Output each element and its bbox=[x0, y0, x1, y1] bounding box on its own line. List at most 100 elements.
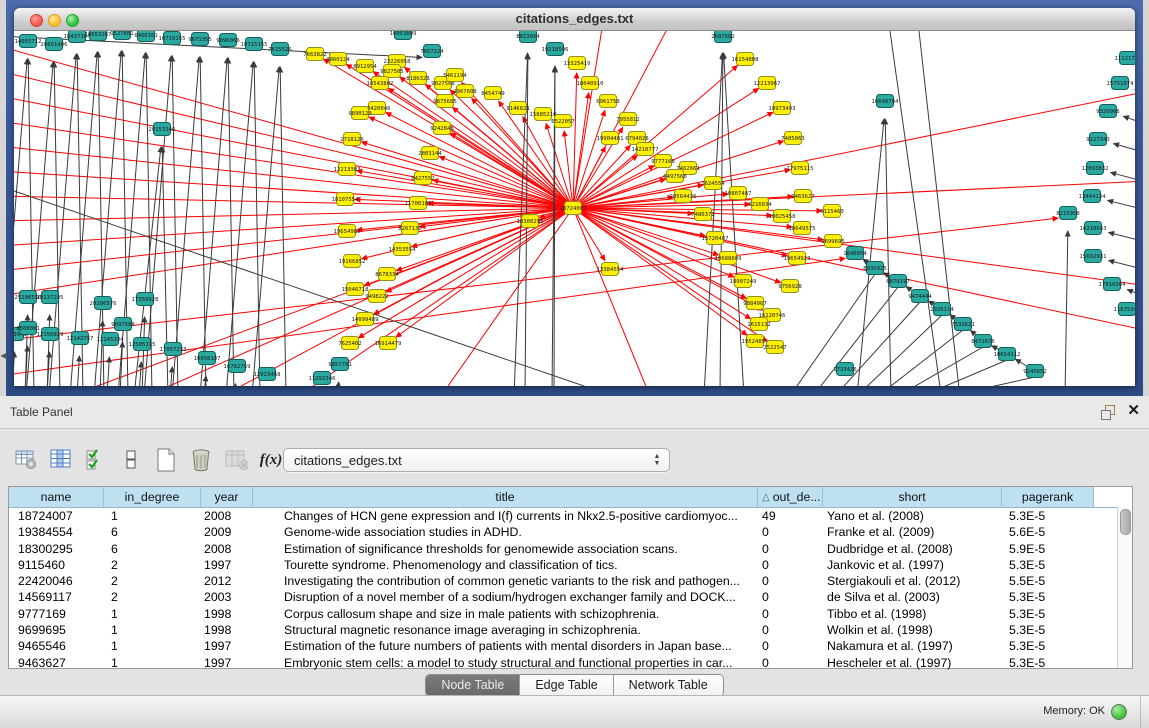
citation-graph[interactable]: 1405571220891406184371041065328715276026… bbox=[14, 31, 1135, 386]
cell-name[interactable]: 9463627 bbox=[9, 655, 104, 671]
cell-year[interactable]: 1998 bbox=[201, 606, 253, 622]
rows-view-icon[interactable] bbox=[119, 447, 143, 473]
cell-in_degree[interactable]: 1 bbox=[104, 606, 201, 622]
graph-node-selected[interactable]: 1615132 bbox=[747, 318, 771, 331]
delete-trash-icon[interactable] bbox=[189, 447, 213, 473]
cell-pagerank[interactable]: 5.3E-5 bbox=[1002, 557, 1094, 573]
graph-node-selected[interactable]: 2522547 bbox=[763, 341, 787, 354]
cell-pagerank[interactable]: 5.6E-5 bbox=[1002, 524, 1094, 540]
graph-node-selected[interactable]: 10688609 bbox=[715, 252, 742, 265]
graph-node-selected[interactable]: 14353554 bbox=[389, 243, 417, 256]
graph-node[interactable]: 10958107 bbox=[194, 352, 221, 365]
cell-pagerank[interactable]: 5.5E-5 bbox=[1002, 573, 1094, 589]
cell-short[interactable]: Franke et al. (2009) bbox=[823, 524, 1002, 540]
cell-year[interactable]: 1997 bbox=[201, 557, 253, 573]
graph-node[interactable]: 15751074 bbox=[1107, 77, 1135, 90]
graph-node-selected[interactable]: 10025458 bbox=[769, 210, 797, 223]
graph-node[interactable]: 8508081 bbox=[16, 322, 40, 335]
cell-title[interactable]: Changes of HCN gene expression and I(f) … bbox=[253, 508, 758, 524]
graph-node[interactable]: 12145194 bbox=[97, 333, 125, 346]
table-row[interactable]: 2242004622012Investigating the contribut… bbox=[9, 573, 1132, 589]
graph-node[interactable]: 20153346 bbox=[149, 123, 176, 136]
float-panel-icon[interactable] bbox=[1101, 405, 1115, 419]
cell-in_degree[interactable]: 2 bbox=[104, 589, 201, 605]
cell-in_degree[interactable]: 2 bbox=[104, 557, 201, 573]
cell-in_degree[interactable]: 6 bbox=[104, 541, 201, 557]
cell-pagerank[interactable]: 5.3E-5 bbox=[1002, 622, 1094, 638]
cell-pagerank[interactable]: 5.9E-5 bbox=[1002, 541, 1094, 557]
graph-node-selected[interactable]: 9890123 bbox=[348, 107, 372, 120]
cell-short[interactable]: Nakamura et al. (1997) bbox=[823, 638, 1002, 654]
cell-year[interactable]: 2009 bbox=[201, 524, 253, 540]
graph-node[interactable]: 9245652 bbox=[1023, 365, 1047, 378]
cell-out_de...[interactable]: 0 bbox=[758, 524, 823, 540]
graph-node-selected[interactable]: 6961758 bbox=[596, 95, 620, 108]
graph-node-selected[interactable]: 10807487 bbox=[725, 187, 752, 200]
column-header-out_de...[interactable]: △out_de... bbox=[758, 487, 823, 507]
cell-short[interactable]: Yano et al. (2008) bbox=[823, 508, 1002, 524]
graph-node-selected[interactable]: 8267130 bbox=[398, 222, 422, 235]
column-header-year[interactable]: year bbox=[201, 487, 253, 507]
graph-node[interactable]: 16053809 bbox=[390, 31, 417, 40]
graph-node[interactable]: 9329966 bbox=[1096, 105, 1120, 118]
graph-node-selected[interactable]: 8454749 bbox=[481, 87, 505, 100]
node-table[interactable]: namein_degreeyeartitle△out_de...shortpag… bbox=[8, 486, 1133, 669]
graph-node-selected[interactable]: 9827505 bbox=[380, 65, 404, 78]
cell-name[interactable]: 18724007 bbox=[9, 508, 104, 524]
collapsed-control-panel-handle[interactable]: ◀ bbox=[0, 346, 7, 364]
graph-node[interactable]: 9097588 bbox=[111, 318, 135, 331]
cell-pagerank[interactable]: 5.3E-5 bbox=[1002, 638, 1094, 654]
cell-in_degree[interactable]: 2 bbox=[104, 573, 201, 589]
cell-title[interactable]: Embryonic stem cells: a model to study s… bbox=[253, 655, 758, 671]
graph-node-selected[interactable]: 9875685 bbox=[433, 95, 457, 108]
cell-title[interactable]: Estimation of significance thresholds fo… bbox=[253, 541, 758, 557]
cell-year[interactable]: 2012 bbox=[201, 573, 253, 589]
column-chooser-icon[interactable] bbox=[49, 447, 73, 473]
graph-node-selected[interactable]: 15720407 bbox=[702, 232, 729, 245]
cell-pagerank[interactable]: 5.3E-5 bbox=[1002, 606, 1094, 622]
cell-pagerank[interactable]: 5.3E-5 bbox=[1002, 589, 1094, 605]
graph-node-selected[interactable]: 9115460 bbox=[820, 205, 844, 218]
new-document-icon[interactable] bbox=[154, 447, 178, 473]
graph-node[interactable]: 1733426 bbox=[833, 363, 857, 376]
graph-node-selected[interactable]: 1624554 bbox=[701, 177, 725, 190]
graph-node-selected[interactable]: 18649575 bbox=[789, 222, 816, 235]
graph-node-selected[interactable]: 12213383 bbox=[334, 163, 361, 176]
table-row[interactable]: 977716911998Corpus callosum shape and si… bbox=[9, 606, 1132, 622]
graph-node[interactable]: 1840954 bbox=[843, 247, 867, 260]
graph-node[interactable]: 12093832 bbox=[1082, 162, 1109, 175]
graph-node[interactable]: 15692931 bbox=[1080, 250, 1107, 263]
close-panel-icon[interactable]: ✕ bbox=[1127, 402, 1140, 420]
cell-out_de...[interactable]: 0 bbox=[758, 638, 823, 654]
cell-out_de...[interactable]: 49 bbox=[758, 508, 823, 524]
graph-node-selected[interactable]: 7625402 bbox=[338, 337, 362, 350]
table-row[interactable]: 946554611997Estimation of the future num… bbox=[9, 638, 1132, 654]
cell-name[interactable]: 18300295 bbox=[9, 541, 104, 557]
cell-out_de...[interactable]: 0 bbox=[758, 573, 823, 589]
graph-node[interactable]: 9474444 bbox=[908, 290, 932, 303]
graph-node[interactable]: 16648784 bbox=[872, 95, 900, 108]
column-header-title[interactable]: title bbox=[253, 487, 758, 507]
graph-node-selected[interactable]: 6216034 bbox=[748, 198, 772, 211]
table-row[interactable]: 946362711997Embryonic stem cells: a mode… bbox=[9, 655, 1132, 671]
graph-node-selected[interactable]: 7955812 bbox=[616, 113, 640, 126]
cell-pagerank[interactable]: 5.3E-5 bbox=[1002, 655, 1094, 671]
table-row[interactable]: 911546021997Tourette syndrome. Phenomeno… bbox=[9, 557, 1132, 573]
graph-node-selected[interactable]: 9699695 bbox=[821, 235, 845, 248]
graph-node[interactable]: 2935114 bbox=[930, 303, 954, 316]
cell-title[interactable]: Estimation of the future numbers of pati… bbox=[253, 638, 758, 654]
cell-in_degree[interactable]: 1 bbox=[104, 655, 201, 671]
network-canvas[interactable]: 1405571220891406184371041065328715276026… bbox=[14, 31, 1135, 386]
graph-node-selected[interactable]: 9860124 bbox=[326, 53, 350, 66]
graph-node[interactable]: 11675348 bbox=[1114, 303, 1135, 316]
graph-node[interactable]: 12142757 bbox=[67, 332, 94, 345]
cell-short[interactable]: Stergiakouli et al. (2012) bbox=[823, 573, 1002, 589]
graph-node[interactable]: 8935925 bbox=[863, 262, 887, 275]
column-header-name[interactable]: name bbox=[9, 487, 104, 507]
graph-node-selected[interactable]: 2718126 bbox=[340, 133, 364, 146]
graph-node-selected[interactable]: 6497568 bbox=[663, 170, 687, 183]
graph-node-selected[interactable]: 19166852 bbox=[339, 255, 366, 268]
table-row[interactable]: 1872400712008Changes of HCN gene express… bbox=[9, 508, 1132, 524]
cell-year[interactable]: 1997 bbox=[201, 638, 253, 654]
cell-name[interactable]: 9699695 bbox=[9, 622, 104, 638]
